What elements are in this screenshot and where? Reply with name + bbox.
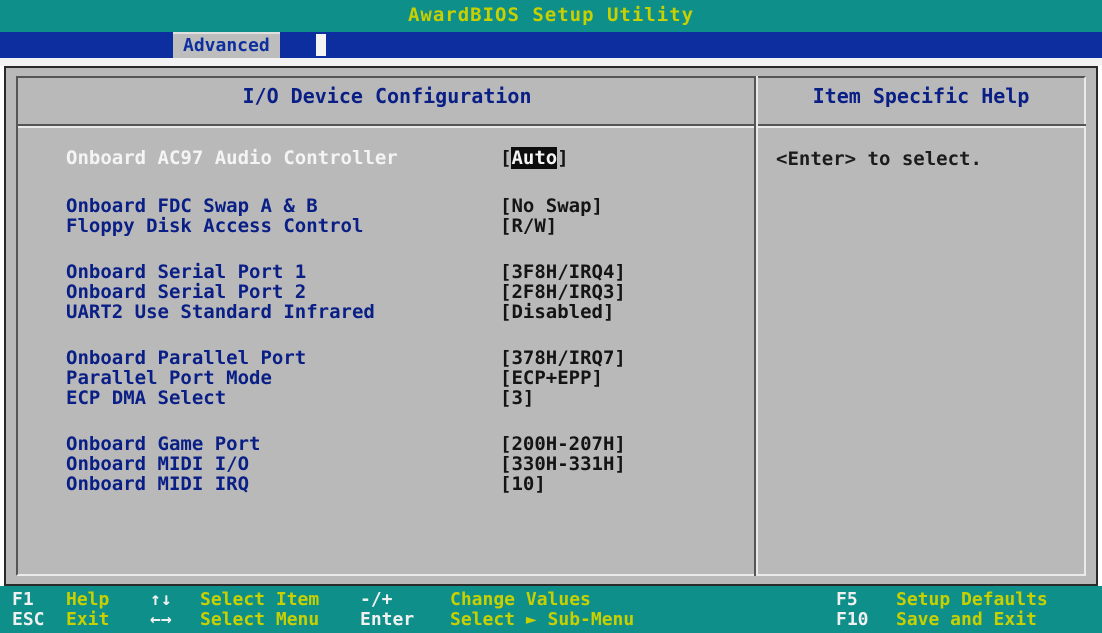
key-change-desc: Change Values <box>450 589 591 610</box>
setting-label: Onboard AC97 Audio Controller <box>66 147 398 169</box>
setting-value[interactable]: [2F8H/IRQ3] <box>500 282 626 302</box>
setting-label: UART2 Use Standard Infrared <box>66 301 375 323</box>
key-leftright-icon: ←→ <box>150 609 172 630</box>
setting-label: Onboard MIDI I/O <box>66 453 250 475</box>
setting-value[interactable]: [R/W] <box>500 216 557 236</box>
key-f1-desc: Help <box>66 589 110 610</box>
key-leftright-desc: Select Menu <box>200 609 320 630</box>
setting-label: Onboard FDC Swap A & B <box>66 195 318 217</box>
setting-value[interactable]: [Auto] <box>500 147 569 169</box>
main-panel: I/O Device Configuration Item Specific H… <box>4 66 1098 586</box>
title-bar: AwardBIOS Setup Utility <box>0 0 1102 32</box>
setting-value[interactable]: [3F8H/IRQ4] <box>500 262 626 282</box>
header-divider-light <box>18 126 1086 128</box>
setting-label: Onboard MIDI IRQ <box>66 473 250 495</box>
key-esc: ESC <box>12 609 45 630</box>
bios-setup-screen: AwardBIOS Setup Utility Advanced I/O Dev… <box>0 0 1102 633</box>
key-change: -/+ <box>360 589 393 610</box>
setting-value[interactable]: [Disabled] <box>500 302 614 322</box>
key-enter: Enter <box>360 609 415 630</box>
section-title: I/O Device Configuration <box>242 84 532 108</box>
key-f5-desc: Setup Defaults <box>896 589 1048 610</box>
app-title: AwardBIOS Setup Utility <box>407 4 695 26</box>
setting-value[interactable]: [ECP+EPP] <box>500 368 603 388</box>
selected-value[interactable]: Auto <box>511 147 558 169</box>
key-updown-icon: ↑↓ <box>150 589 172 610</box>
key-updown-desc: Select Item <box>200 589 320 610</box>
setting-label: Parallel Port Mode <box>66 367 272 389</box>
menu-tab-edge <box>316 34 326 56</box>
help-text: <Enter> to select. <box>776 148 982 170</box>
key-f1: F1 <box>12 589 34 610</box>
menu-bar <box>0 32 1102 58</box>
setting-label: Onboard Serial Port 1 <box>66 261 307 283</box>
divider <box>0 58 1102 66</box>
setting-label: Onboard Serial Port 2 <box>66 281 307 303</box>
menu-tab-advanced[interactable]: Advanced <box>173 32 280 58</box>
key-legend-bar: F1 Help ESC Exit ↑↓ Select Item ←→ Selec… <box>0 586 1102 633</box>
key-f5: F5 <box>836 589 858 610</box>
setting-value[interactable]: [10] <box>500 474 546 494</box>
help-title: Item Specific Help <box>812 84 1030 108</box>
setting-label: ECP DMA Select <box>66 387 227 409</box>
setting-value[interactable]: [No Swap] <box>500 196 603 216</box>
key-enter-desc: Select ► Sub-Menu <box>450 609 635 630</box>
setting-label: Floppy Disk Access Control <box>66 215 364 237</box>
setting-value[interactable]: [378H/IRQ7] <box>500 348 626 368</box>
setting-label: Onboard Game Port <box>66 433 261 455</box>
column-divider-light <box>756 76 758 576</box>
setting-value[interactable]: [330H-331H] <box>500 454 626 474</box>
setting-label: Onboard Parallel Port <box>66 347 307 369</box>
key-f10: F10 <box>836 609 869 630</box>
key-f10-desc: Save and Exit <box>896 609 1037 630</box>
setting-value[interactable]: [200H-207H] <box>500 434 626 454</box>
key-esc-desc: Exit <box>66 609 110 630</box>
setting-value[interactable]: [3] <box>500 388 534 408</box>
